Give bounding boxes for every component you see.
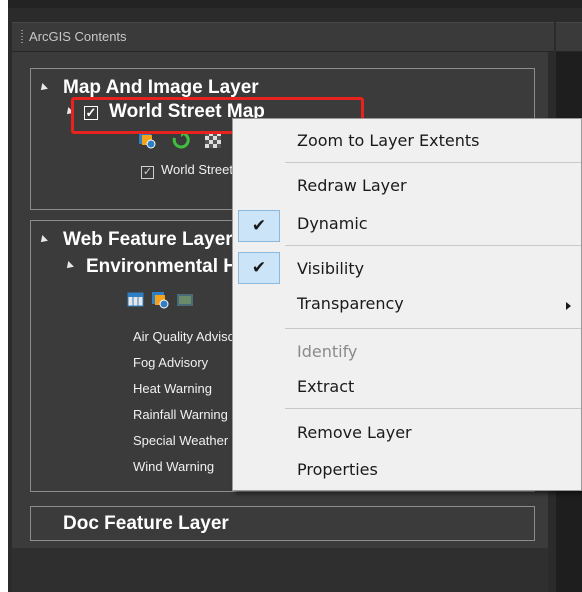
sublayer-label[interactable]: Heat Warning [133,381,212,396]
doc-feature-layer-group: Doc Feature Layer [30,506,535,541]
layer-style-icon[interactable] [176,291,194,309]
attribute-table-icon[interactable] [127,291,145,309]
menu-separator [285,245,581,246]
sublayer-label[interactable]: Fog Advisory [133,355,208,370]
world-street-map-sublayer-checkbox[interactable]: ✓ [141,166,154,179]
menu-item-remove-layer[interactable]: Remove Layer [297,423,412,442]
menu-item-dynamic[interactable]: Dynamic [297,214,368,233]
menu-item-redraw-layer[interactable]: Redraw Layer [297,176,407,195]
expand-triangle-icon[interactable] [38,83,48,93]
doc-feature-layer-label[interactable]: Doc Feature Layer [63,513,229,535]
context-menu: Zoom to Layer Extents Redraw Layer ✔ Dyn… [232,118,582,491]
drag-grip-icon[interactable] [21,30,23,44]
sublayer-label[interactable]: Rainfall Warning [133,407,228,422]
menu-separator [285,162,581,163]
menu-gutter [233,119,285,490]
visibility-check-icon: ✔ [238,252,280,284]
menu-separator [285,328,581,329]
menu-item-zoom-to-layer-extents[interactable]: Zoom to Layer Extents [297,131,480,150]
dynamic-check-icon: ✔ [238,210,280,242]
map-image-layer-label[interactable]: Map And Image Layer [63,77,259,99]
menu-separator [285,408,581,409]
panel-lower-area [12,548,548,592]
menu-item-transparency[interactable]: Transparency [297,294,404,313]
expand-triangle-icon[interactable] [64,261,74,271]
menu-item-identify: Identify [297,342,358,361]
layer-info-icon[interactable] [151,291,169,309]
menu-item-properties[interactable]: Properties [297,460,378,479]
top-strip [8,0,582,8]
sublayer-label[interactable]: Wind Warning [133,459,214,474]
panel-header[interactable]: ArcGIS Contents [12,22,554,52]
submenu-arrow-icon [566,302,571,310]
adjacent-panel-header [556,22,582,52]
expand-triangle-icon[interactable] [38,235,48,245]
panel-title: ArcGIS Contents [29,29,127,44]
menu-item-extract[interactable]: Extract [297,377,354,396]
web-feature-layer-label[interactable]: Web Feature Layer [63,229,233,251]
sublayer-label[interactable]: Air Quality Advisory [133,329,246,344]
menu-item-visibility[interactable]: Visibility [297,259,364,278]
